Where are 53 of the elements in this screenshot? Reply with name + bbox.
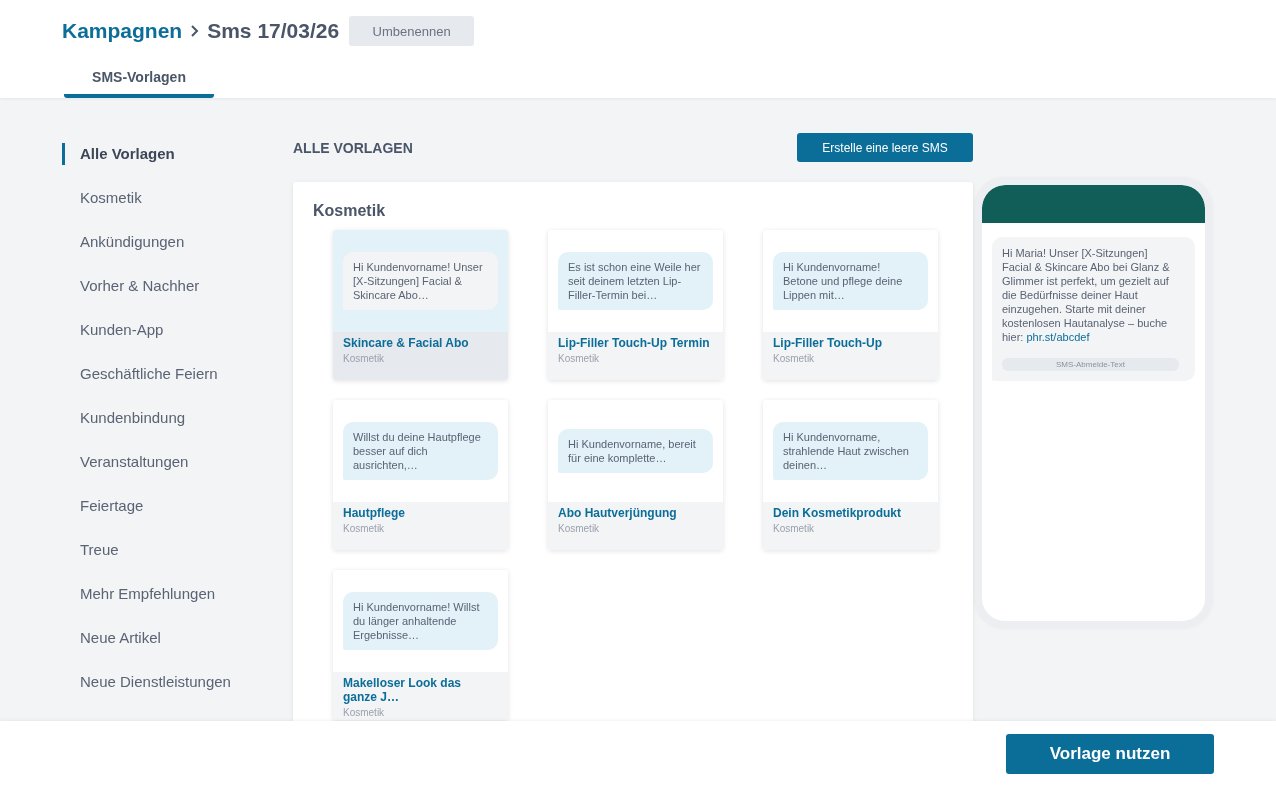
message-link[interactable]: phr.st/abcdef bbox=[1026, 331, 1090, 343]
template-card[interactable]: Hi Kundenvorname, bereit für eine komplette… Abo Hautverjüngung Kosmetik bbox=[548, 400, 723, 550]
section-heading: ALLE VORLAGEN bbox=[293, 139, 413, 156]
sidebar-item[interactable]: Neue Dienstleistungen bbox=[62, 671, 293, 693]
template-card[interactable]: Hi Kundenvorname! Unser [X-Sitzungen] Facial & Skincare Abo… Skincare & Facial Abo Kosmetik bbox=[333, 230, 508, 380]
template-category: Kosmetik bbox=[773, 353, 816, 364]
template-title: Lip-Filler Touch-Up bbox=[773, 336, 884, 350]
template-category: Kosmetik bbox=[343, 353, 386, 364]
template-title: Dein Kosmetikprodukt bbox=[773, 506, 902, 520]
message-bubble: Willst du deine Hautpflege besser auf dich ausrichten,… bbox=[343, 422, 498, 480]
message-bubble: Es ist schon eine Weile her seit deinem letzten Lip-Filler-Termin bei… bbox=[558, 252, 713, 310]
chevron-right-icon bbox=[190, 24, 200, 38]
template-title: Abo Hautverjüngung bbox=[558, 506, 678, 520]
template-card[interactable]: Hi Kundenvorname! Willst du länger anhaltende Ergebnisse… Makelloser Look das ganze J… Kosmetik bbox=[333, 570, 508, 720]
template-title: Makelloser Look das ganze J… bbox=[343, 676, 463, 704]
unsubscribe-text: SMS-Abmelde-Text bbox=[1002, 358, 1179, 371]
sidebar-item[interactable]: Kosmetik bbox=[62, 187, 293, 209]
rename-button[interactable]: Umbenennen bbox=[349, 16, 475, 46]
template-title: Skincare & Facial Abo bbox=[343, 336, 470, 350]
template-card[interactable]: Hi Kundenvorname, strahlende Haut zwischen deinen… Dein Kosmetikprodukt Kosmetik bbox=[763, 400, 938, 550]
sidebar-item[interactable]: Geschäftliche Feiern bbox=[62, 363, 293, 385]
section-title: Kosmetik bbox=[313, 202, 387, 220]
create-sms-button[interactable]: Erstelle eine leere SMS bbox=[797, 133, 973, 162]
template-card[interactable]: Willst du deine Hautpflege besser auf dich ausrichten,… Hautpflege Kosmetik bbox=[333, 400, 508, 550]
message-bubble: Hi Kundenvorname, strahlende Haut zwischen deinen… bbox=[773, 422, 928, 480]
message-text: Hi Maria! Unser [X-Sitzungen] Facial & Skincare Abo bei Glanz & Glimmer ist perfekt, um gezielt auf die Bedürfnisse deiner Haut einzugehen. Starte mit deiner kostenlosen Hautanalyse – buche hier: phr.st/abcdef bbox=[1002, 246, 1171, 344]
template-card[interactable]: Hi Kundenvorname! Betone und pflege deine Lippen mit… Lip-Filler Touch-Up Kosmetik bbox=[763, 230, 938, 380]
sidebar-item[interactable]: Alle Vorlagen bbox=[62, 143, 293, 165]
message-bubble: Hi Kundenvorname! Unser [X-Sitzungen] Facial & Skincare Abo… bbox=[343, 252, 498, 310]
message-bubble: Hi Kundenvorname! Willst du länger anhaltende Ergebnisse… bbox=[343, 592, 498, 650]
sidebar-item[interactable]: Treue bbox=[62, 539, 293, 561]
sidebar-item[interactable]: Vorher & Nachher bbox=[62, 275, 293, 297]
sidebar-item[interactable]: Kunden-App bbox=[62, 319, 293, 341]
message-bubble: Hi Kundenvorname! Betone und pflege deine Lippen mit… bbox=[773, 252, 928, 310]
use-template-button[interactable]: Vorlage nutzen bbox=[1006, 734, 1214, 774]
template-title: Hautpflege bbox=[343, 506, 406, 520]
sidebar-item[interactable]: Mehr Empfehlungen bbox=[62, 583, 293, 605]
template-category: Kosmetik bbox=[558, 523, 601, 534]
page-title: Sms 17/03/26 bbox=[207, 19, 340, 43]
template-card[interactable]: Es ist schon eine Weile her seit deinem letzten Lip-Filler-Termin bei… Lip-Filler Touch-Up Termin Kosmetik bbox=[548, 230, 723, 380]
template-category: Kosmetik bbox=[343, 707, 386, 718]
sidebar-item[interactable]: Ankündigungen bbox=[62, 231, 293, 253]
template-category: Kosmetik bbox=[343, 523, 386, 534]
tab[interactable]: SMS-Vorlagen bbox=[64, 68, 214, 98]
sidebar-item[interactable]: Neue Artikel bbox=[62, 627, 293, 649]
message-bubble: Hi Kundenvorname, bereit für eine komplette… bbox=[558, 429, 713, 473]
sidebar-item[interactable]: Kundenbindung bbox=[62, 407, 293, 429]
template-title: Lip-Filler Touch-Up Termin bbox=[558, 336, 711, 350]
breadcrumb-link[interactable]: Kampagnen bbox=[62, 19, 183, 43]
sidebar-item[interactable]: Feiertage bbox=[62, 495, 293, 517]
template-category: Kosmetik bbox=[558, 353, 601, 364]
sidebar-item[interactable]: Veranstaltungen bbox=[62, 451, 293, 473]
template-category: Kosmetik bbox=[773, 523, 816, 534]
